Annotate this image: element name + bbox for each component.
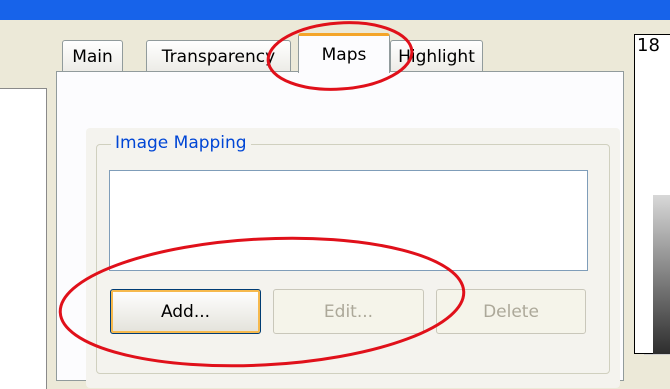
preview-panel: 18	[634, 34, 670, 355]
tab-label: Highlight	[398, 46, 475, 67]
add-button-label: Add...	[160, 301, 211, 322]
tab-label: Transparency	[161, 46, 276, 67]
delete-button-label: Delete	[483, 301, 539, 322]
bottom-strip	[644, 354, 670, 372]
groupbox-title: Image Mapping	[111, 133, 251, 153]
edit-button-label: Edit...	[323, 301, 374, 322]
preview-number: 18	[637, 35, 660, 56]
tab-label: Main	[72, 46, 113, 67]
delete-button[interactable]: Delete	[436, 289, 586, 334]
image-map-listbox[interactable]	[109, 170, 588, 271]
edit-button[interactable]: Edit...	[273, 289, 424, 334]
tab-transparency[interactable]: Transparency	[146, 40, 291, 72]
preview-image	[653, 195, 670, 355]
tab-label: Maps	[321, 44, 367, 65]
left-pane	[0, 88, 47, 389]
tab-maps[interactable]: Maps	[298, 33, 390, 73]
add-button[interactable]: Add...	[110, 289, 261, 334]
tab-highlight[interactable]: Highlight	[390, 40, 483, 72]
window-titlebar	[0, 0, 670, 20]
tab-main[interactable]: Main	[62, 40, 123, 72]
